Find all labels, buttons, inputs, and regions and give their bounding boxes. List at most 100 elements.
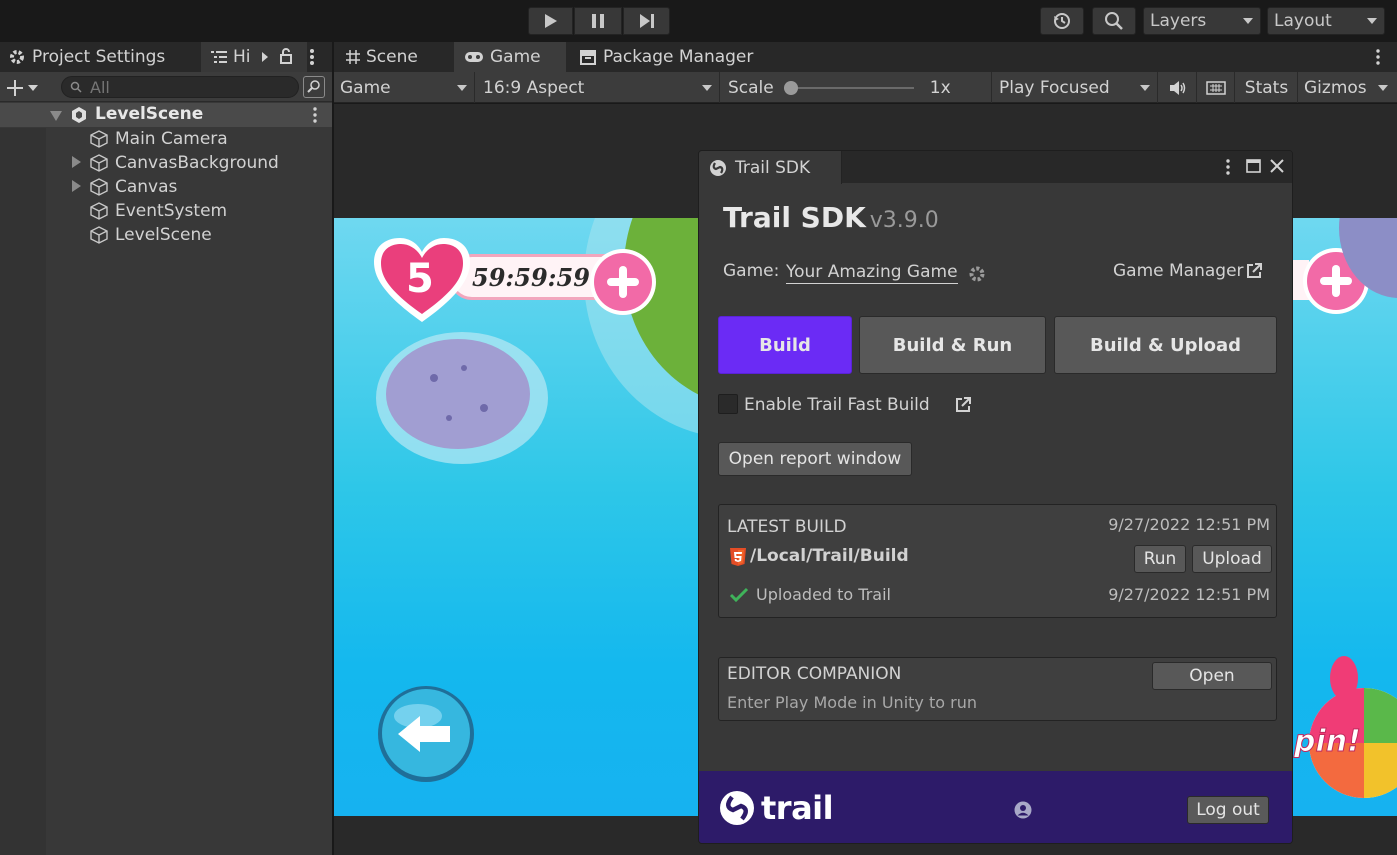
close-icon[interactable]	[1270, 159, 1284, 173]
kebab-menu-icon[interactable]	[312, 107, 318, 123]
gameobject-icon	[90, 154, 108, 172]
tab-hierarchy-label: Hi	[233, 47, 251, 67]
display-dropdown[interactable]: Game	[334, 72, 475, 103]
build-upload-button-label: Build & Upload	[1089, 334, 1242, 356]
gameobject-icon	[90, 178, 108, 196]
mute-audio-button[interactable]	[1159, 72, 1197, 103]
companion-open-label: Open	[1189, 666, 1235, 686]
gizmos-dropdown[interactable]: Gizmos	[1298, 72, 1397, 103]
latest-build-heading: LATEST BUILD	[727, 517, 847, 537]
list-item[interactable]: EventSystem	[89, 199, 227, 223]
logout-button[interactable]: Log out	[1187, 796, 1269, 824]
build-button-label: Build	[759, 334, 811, 356]
hierarchy-search[interactable]	[61, 76, 299, 98]
package-icon	[580, 50, 596, 65]
tab-package-manager[interactable]: Package Manager	[579, 42, 753, 72]
tab-trail-sdk[interactable]: Trail SDK	[699, 151, 842, 184]
unity-scene-icon	[72, 107, 86, 123]
search-input[interactable]	[90, 77, 280, 97]
history-button[interactable]	[1040, 7, 1084, 35]
speaker-icon	[1169, 80, 1185, 95]
history-icon	[1054, 13, 1070, 29]
fast-build-checkbox[interactable]	[718, 394, 738, 414]
aspect-dropdown-label: 16:9 Aspect	[483, 77, 585, 98]
checkmark-icon	[729, 587, 749, 603]
left-tab-bar: Project Settings Hi	[0, 42, 332, 72]
chevron-down-icon	[1243, 18, 1253, 24]
back-button[interactable]	[376, 684, 476, 784]
layers-dropdown[interactable]: Layers	[1143, 7, 1261, 35]
build-path: /Local/Trail/Build	[750, 546, 909, 566]
scale-slider[interactable]	[783, 80, 914, 95]
play-mode-dropdown[interactable]: Play Focused	[993, 72, 1158, 103]
scale-value: 1x	[929, 77, 951, 98]
svg-text:pin!: pin!	[1293, 724, 1361, 759]
kebab-menu-icon[interactable]	[1225, 159, 1231, 175]
stats-grid-button[interactable]	[1198, 72, 1235, 103]
spin-wheel-button[interactable]: pin!	[1284, 653, 1397, 803]
companion-open-button[interactable]: Open	[1152, 662, 1272, 690]
list-item[interactable]: Main Camera	[89, 127, 228, 151]
list-item[interactable]: CanvasBackground	[89, 151, 279, 175]
kebab-menu-icon[interactable]	[1375, 49, 1381, 65]
fast-build-label: Enable Trail Fast Build	[744, 395, 930, 415]
hierarchy-toolbar	[0, 72, 332, 102]
sdk-header: Trail SDK v3.9.0	[723, 201, 939, 234]
keyboard-icon	[1206, 80, 1226, 95]
open-report-button[interactable]: Open report window	[718, 442, 912, 476]
upload-button-label: Upload	[1202, 549, 1262, 569]
list-item-label: LevelScene	[115, 225, 212, 245]
pause-button[interactable]	[574, 7, 622, 35]
expand-right-icon[interactable]	[72, 156, 81, 168]
kebab-menu-icon[interactable]	[309, 48, 315, 66]
game-label: Game:	[723, 261, 780, 281]
add-button[interactable]	[6, 79, 38, 97]
build-status-timestamp: 9/27/2022 12:51 PM	[1108, 585, 1270, 604]
play-button[interactable]	[528, 7, 573, 35]
add-lives-button[interactable]	[589, 248, 657, 316]
trail-logo-icon	[720, 791, 754, 825]
game-name-link[interactable]: Your Amazing Game	[786, 262, 958, 284]
chevron-down-icon	[457, 84, 467, 91]
lives-timer: 59:59:59	[472, 263, 590, 292]
game-manager-link[interactable]: Game Manager	[1113, 261, 1262, 281]
trail-logo-icon	[710, 159, 726, 176]
open-report-label: Open report window	[728, 449, 902, 469]
stats-button[interactable]: Stats	[1236, 72, 1298, 103]
maximize-icon[interactable]	[1246, 159, 1261, 173]
pause-icon	[592, 14, 604, 28]
step-button[interactable]	[623, 7, 670, 35]
sdk-tab-label: Trail SDK	[735, 157, 811, 178]
main-toolbar: Layers Layout	[0, 0, 1397, 42]
scene-row[interactable]: LevelScene	[0, 103, 332, 127]
search-options-button[interactable]	[303, 76, 325, 98]
upload-button[interactable]: Upload	[1192, 545, 1272, 573]
expand-right-icon[interactable]	[72, 180, 81, 192]
search-button[interactable]	[1092, 7, 1136, 35]
trail-brand: trail	[761, 789, 834, 827]
game-view-toolbar: Game 16:9 Aspect Scale 1x Play Focused S…	[334, 72, 1397, 103]
run-button[interactable]: Run	[1134, 545, 1186, 573]
hierarchy-gutter	[0, 128, 46, 855]
build-run-button[interactable]: Build & Run	[859, 316, 1046, 374]
gear-icon	[10, 50, 24, 64]
gear-icon[interactable]	[968, 265, 986, 283]
layout-dropdown[interactable]: Layout	[1267, 7, 1385, 35]
latest-build-panel: LATEST BUILD 9/27/2022 12:51 PM /Local/T…	[718, 504, 1277, 618]
tab-scene[interactable]: Scene	[346, 42, 418, 72]
external-link-icon[interactable]	[955, 397, 971, 413]
list-item[interactable]: Canvas	[89, 175, 177, 199]
build-button[interactable]: Build	[718, 316, 852, 374]
tab-project-settings[interactable]: Project Settings	[8, 42, 165, 72]
layers-label: Layers	[1150, 11, 1207, 31]
display-dropdown-label: Game	[340, 77, 391, 98]
build-upload-button[interactable]: Build & Upload	[1054, 316, 1277, 374]
chevron-down-icon	[702, 84, 712, 91]
list-item[interactable]: LevelScene	[89, 223, 212, 247]
expand-down-icon[interactable]	[50, 111, 62, 121]
list-item-label: CanvasBackground	[115, 153, 279, 173]
lock-icon[interactable]	[279, 48, 293, 64]
sdk-footer: trail Log out	[699, 771, 1292, 843]
tab-game[interactable]: Game	[454, 42, 566, 72]
aspect-dropdown[interactable]: 16:9 Aspect	[477, 72, 720, 103]
